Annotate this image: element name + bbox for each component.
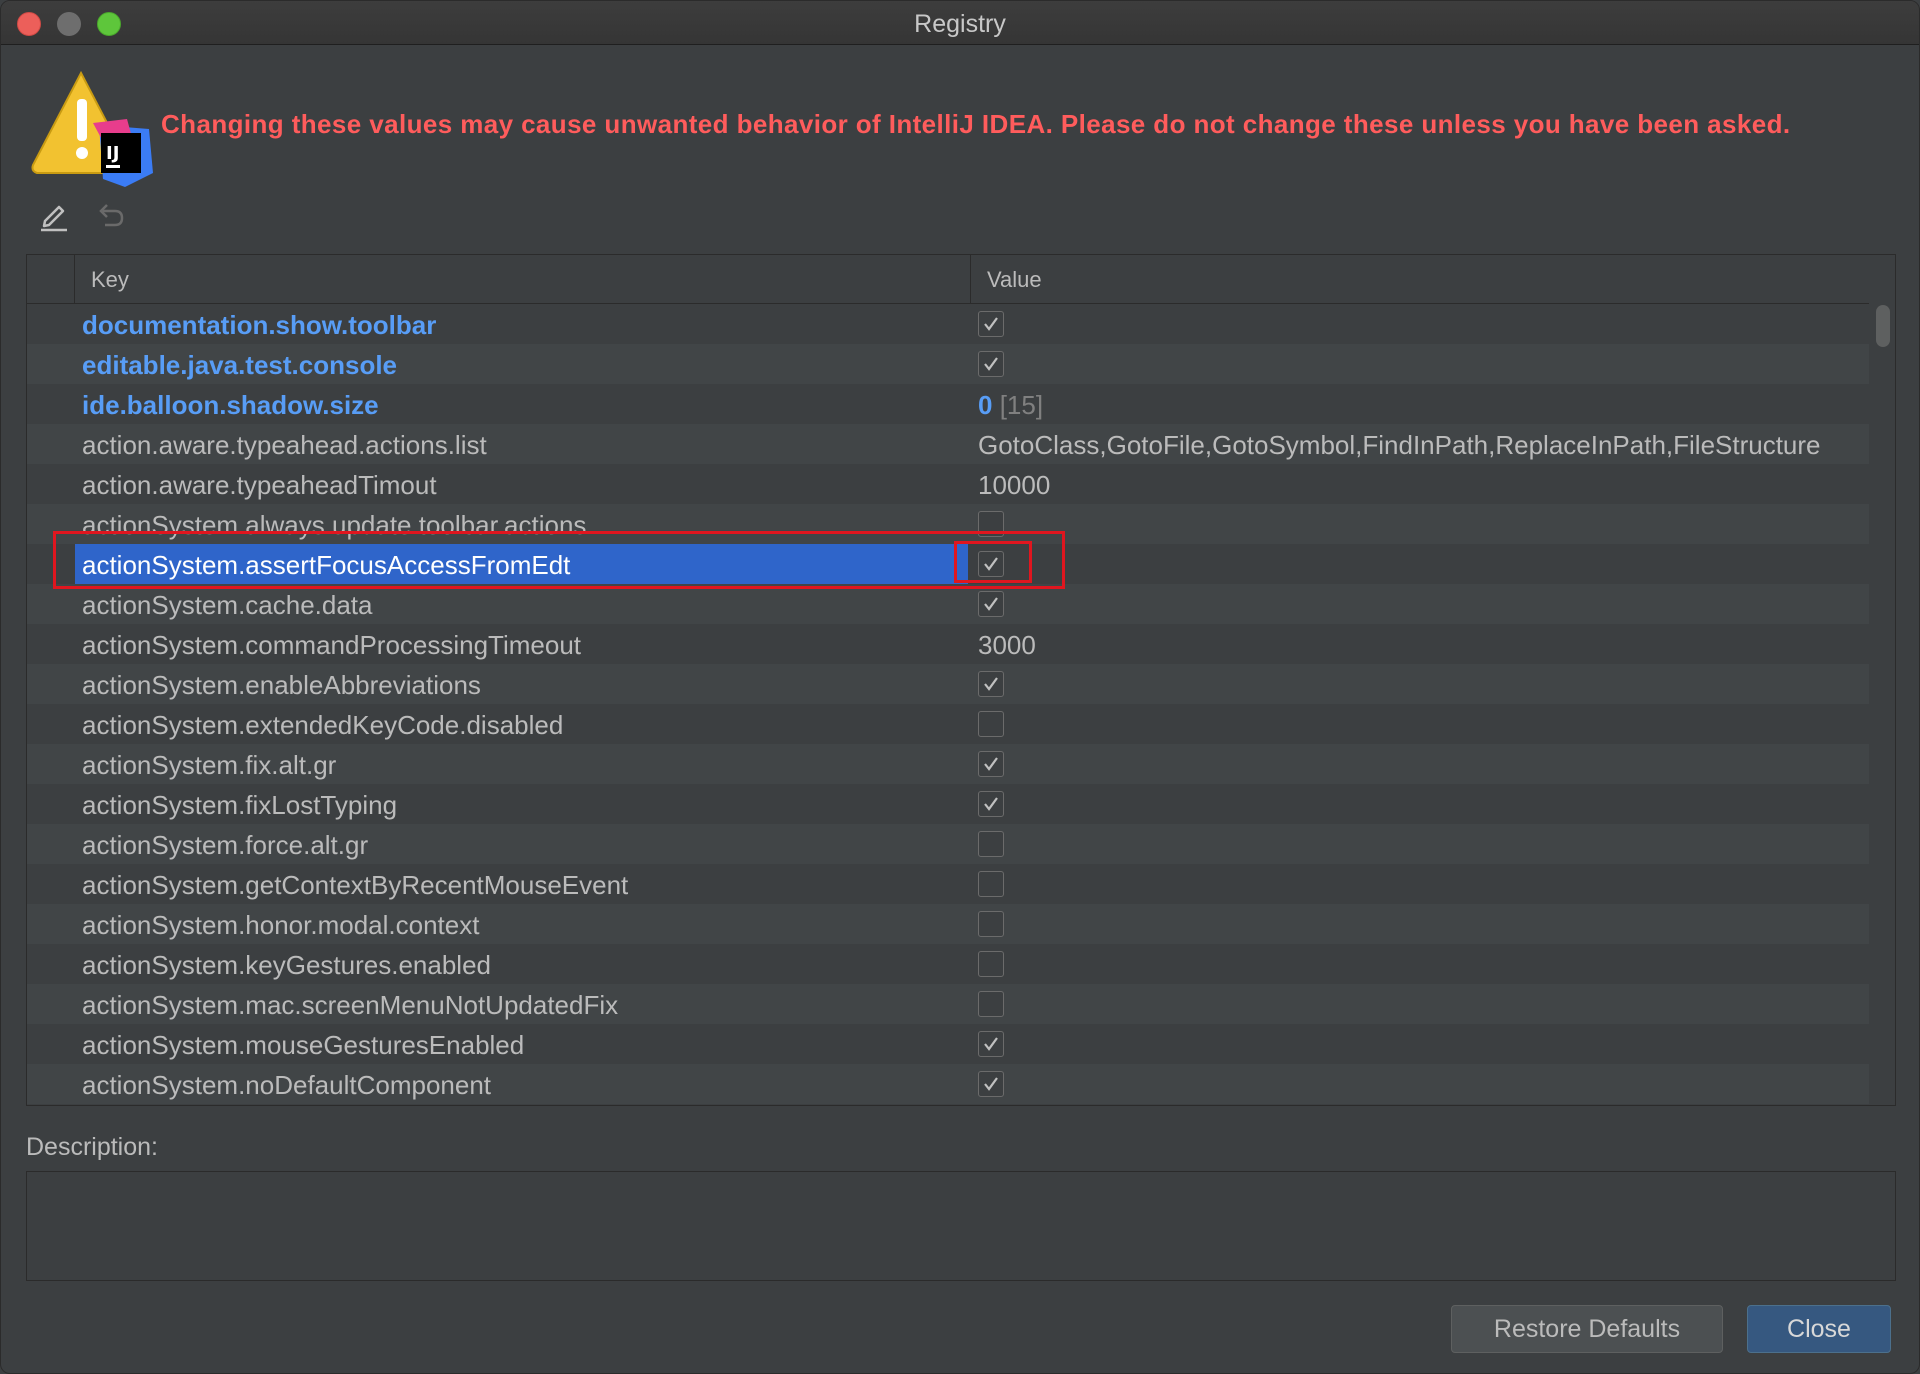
table-row[interactable]: actionSystem.noDefaultComponent [27,1064,1869,1104]
checked-checkbox[interactable] [978,671,1004,697]
restore-defaults-button[interactable]: Restore Defaults [1451,1305,1723,1353]
row-key[interactable]: actionSystem.mac.screenMenuNotUpdatedFix [82,990,618,1021]
unchecked-checkbox[interactable] [978,711,1004,737]
table-row[interactable]: actionSystem.mouseGesturesEnabled [27,1024,1869,1064]
vertical-scrollbar[interactable] [1876,305,1890,347]
table-row[interactable]: actionSystem.enableAbbreviations [27,664,1869,704]
checkmark-icon [984,1037,998,1051]
checked-checkbox[interactable] [978,791,1004,817]
header-gutter [27,255,75,303]
unchecked-checkbox[interactable] [978,951,1004,977]
table-row[interactable]: actionSystem.mac.screenMenuNotUpdatedFix [27,984,1869,1024]
checked-checkbox[interactable] [978,311,1004,337]
row-key[interactable]: actionSystem.enableAbbreviations [82,670,481,701]
table-row[interactable]: ide.balloon.shadow.size 0 [15] [27,384,1869,424]
checked-checkbox[interactable] [978,1071,1004,1097]
table-row[interactable]: documentation.show.toolbar [27,304,1869,344]
row-key[interactable]: actionSystem.keyGestures.enabled [82,950,491,981]
checkmark-icon [984,757,998,771]
table-row[interactable]: actionSystem.keyGestures.enabled [27,944,1869,984]
pencil-icon[interactable] [37,199,71,233]
warning-message: Changing these values may cause unwanted… [161,109,1791,139]
row-key[interactable]: actionSystem.force.alt.gr [82,830,368,861]
table-row[interactable]: actionSystem.force.alt.gr [27,824,1869,864]
row-value-default: [15] [992,390,1044,420]
row-key[interactable]: actionSystem.cache.data [82,590,373,621]
table-header: Key Value [27,255,1869,304]
undo-icon[interactable] [93,199,127,233]
row-key[interactable]: actionSystem.extendedKeyCode.disabled [82,710,563,741]
registry-table[interactable]: Key Value documentation.show.toolbar edit… [26,254,1896,1106]
table-row[interactable]: actionSystem.extendedKeyCode.disabled [27,704,1869,744]
row-value[interactable]: 10000 [978,470,1869,501]
highlight-box-checkbox [954,541,1032,583]
description-box [26,1171,1896,1281]
checkmark-icon [984,357,998,371]
description-label: Description: [26,1133,158,1161]
checkmark-icon [984,1077,998,1091]
table-row[interactable]: actionSystem.fix.alt.gr [27,744,1869,784]
column-header-value[interactable]: Value [987,267,1042,293]
close-button[interactable]: Close [1747,1305,1891,1353]
warning-intellij-icon: IJ [31,70,153,187]
checkmark-icon [984,597,998,611]
table-row[interactable]: actionSystem.commandProcessingTimeout 300… [27,624,1869,664]
row-value-current: 0 [978,390,993,420]
row-key[interactable]: actionSystem.noDefaultComponent [82,1070,491,1101]
ij-logo-text: IJ [106,143,119,164]
checked-checkbox[interactable] [978,751,1004,777]
unchecked-checkbox[interactable] [978,871,1004,897]
checked-checkbox[interactable] [978,591,1004,617]
row-key[interactable]: actionSystem.mouseGesturesEnabled [82,1030,524,1061]
table-row[interactable]: actionSystem.fixLostTyping [27,784,1869,824]
column-separator [970,255,971,303]
checked-checkbox[interactable] [978,351,1004,377]
row-key[interactable]: actionSystem.honor.modal.context [82,910,479,941]
row-key[interactable]: actionSystem.commandProcessingTimeout [82,630,581,661]
table-row[interactable]: action.aware.typeahead.actions.list GotoC… [27,424,1869,464]
table-row[interactable]: action.aware.typeaheadTimout 10000 [27,464,1869,504]
title-bar: Registry [1,1,1919,45]
checkmark-icon [984,677,998,691]
table-row[interactable]: editable.java.test.console [27,344,1869,384]
checked-checkbox[interactable] [978,1031,1004,1057]
unchecked-checkbox[interactable] [978,911,1004,937]
checkmark-icon [984,797,998,811]
column-header-key[interactable]: Key [91,267,129,293]
row-value[interactable]: 3000 [978,630,1869,661]
row-key[interactable]: editable.java.test.console [82,350,397,381]
row-key[interactable]: documentation.show.toolbar [82,310,436,341]
row-key[interactable]: actionSystem.fix.alt.gr [82,750,336,781]
row-value[interactable]: GotoClass,GotoFile,GotoSymbol,FindInPath… [978,430,1869,461]
checkmark-icon [984,317,998,331]
unchecked-checkbox[interactable] [978,991,1004,1017]
table-row[interactable]: actionSystem.cache.data [27,584,1869,624]
table-row[interactable]: actionSystem.getContextByRecentMouseEven… [27,864,1869,904]
table-row[interactable]: actionSystem.honor.modal.context [27,904,1869,944]
row-key[interactable]: action.aware.typeaheadTimout [82,470,437,501]
highlight-box-row [53,531,1065,589]
row-value[interactable]: 0 [15] [978,390,1869,421]
row-key[interactable]: actionSystem.fixLostTyping [82,790,397,821]
row-key[interactable]: action.aware.typeahead.actions.list [82,430,487,461]
registry-dialog: Registry IJ Changing these values may ca… [0,0,1920,1374]
row-key[interactable]: actionSystem.getContextByRecentMouseEven… [82,870,628,901]
unchecked-checkbox[interactable] [978,831,1004,857]
window-title: Registry [914,10,1006,38]
row-key[interactable]: ide.balloon.shadow.size [82,390,379,421]
